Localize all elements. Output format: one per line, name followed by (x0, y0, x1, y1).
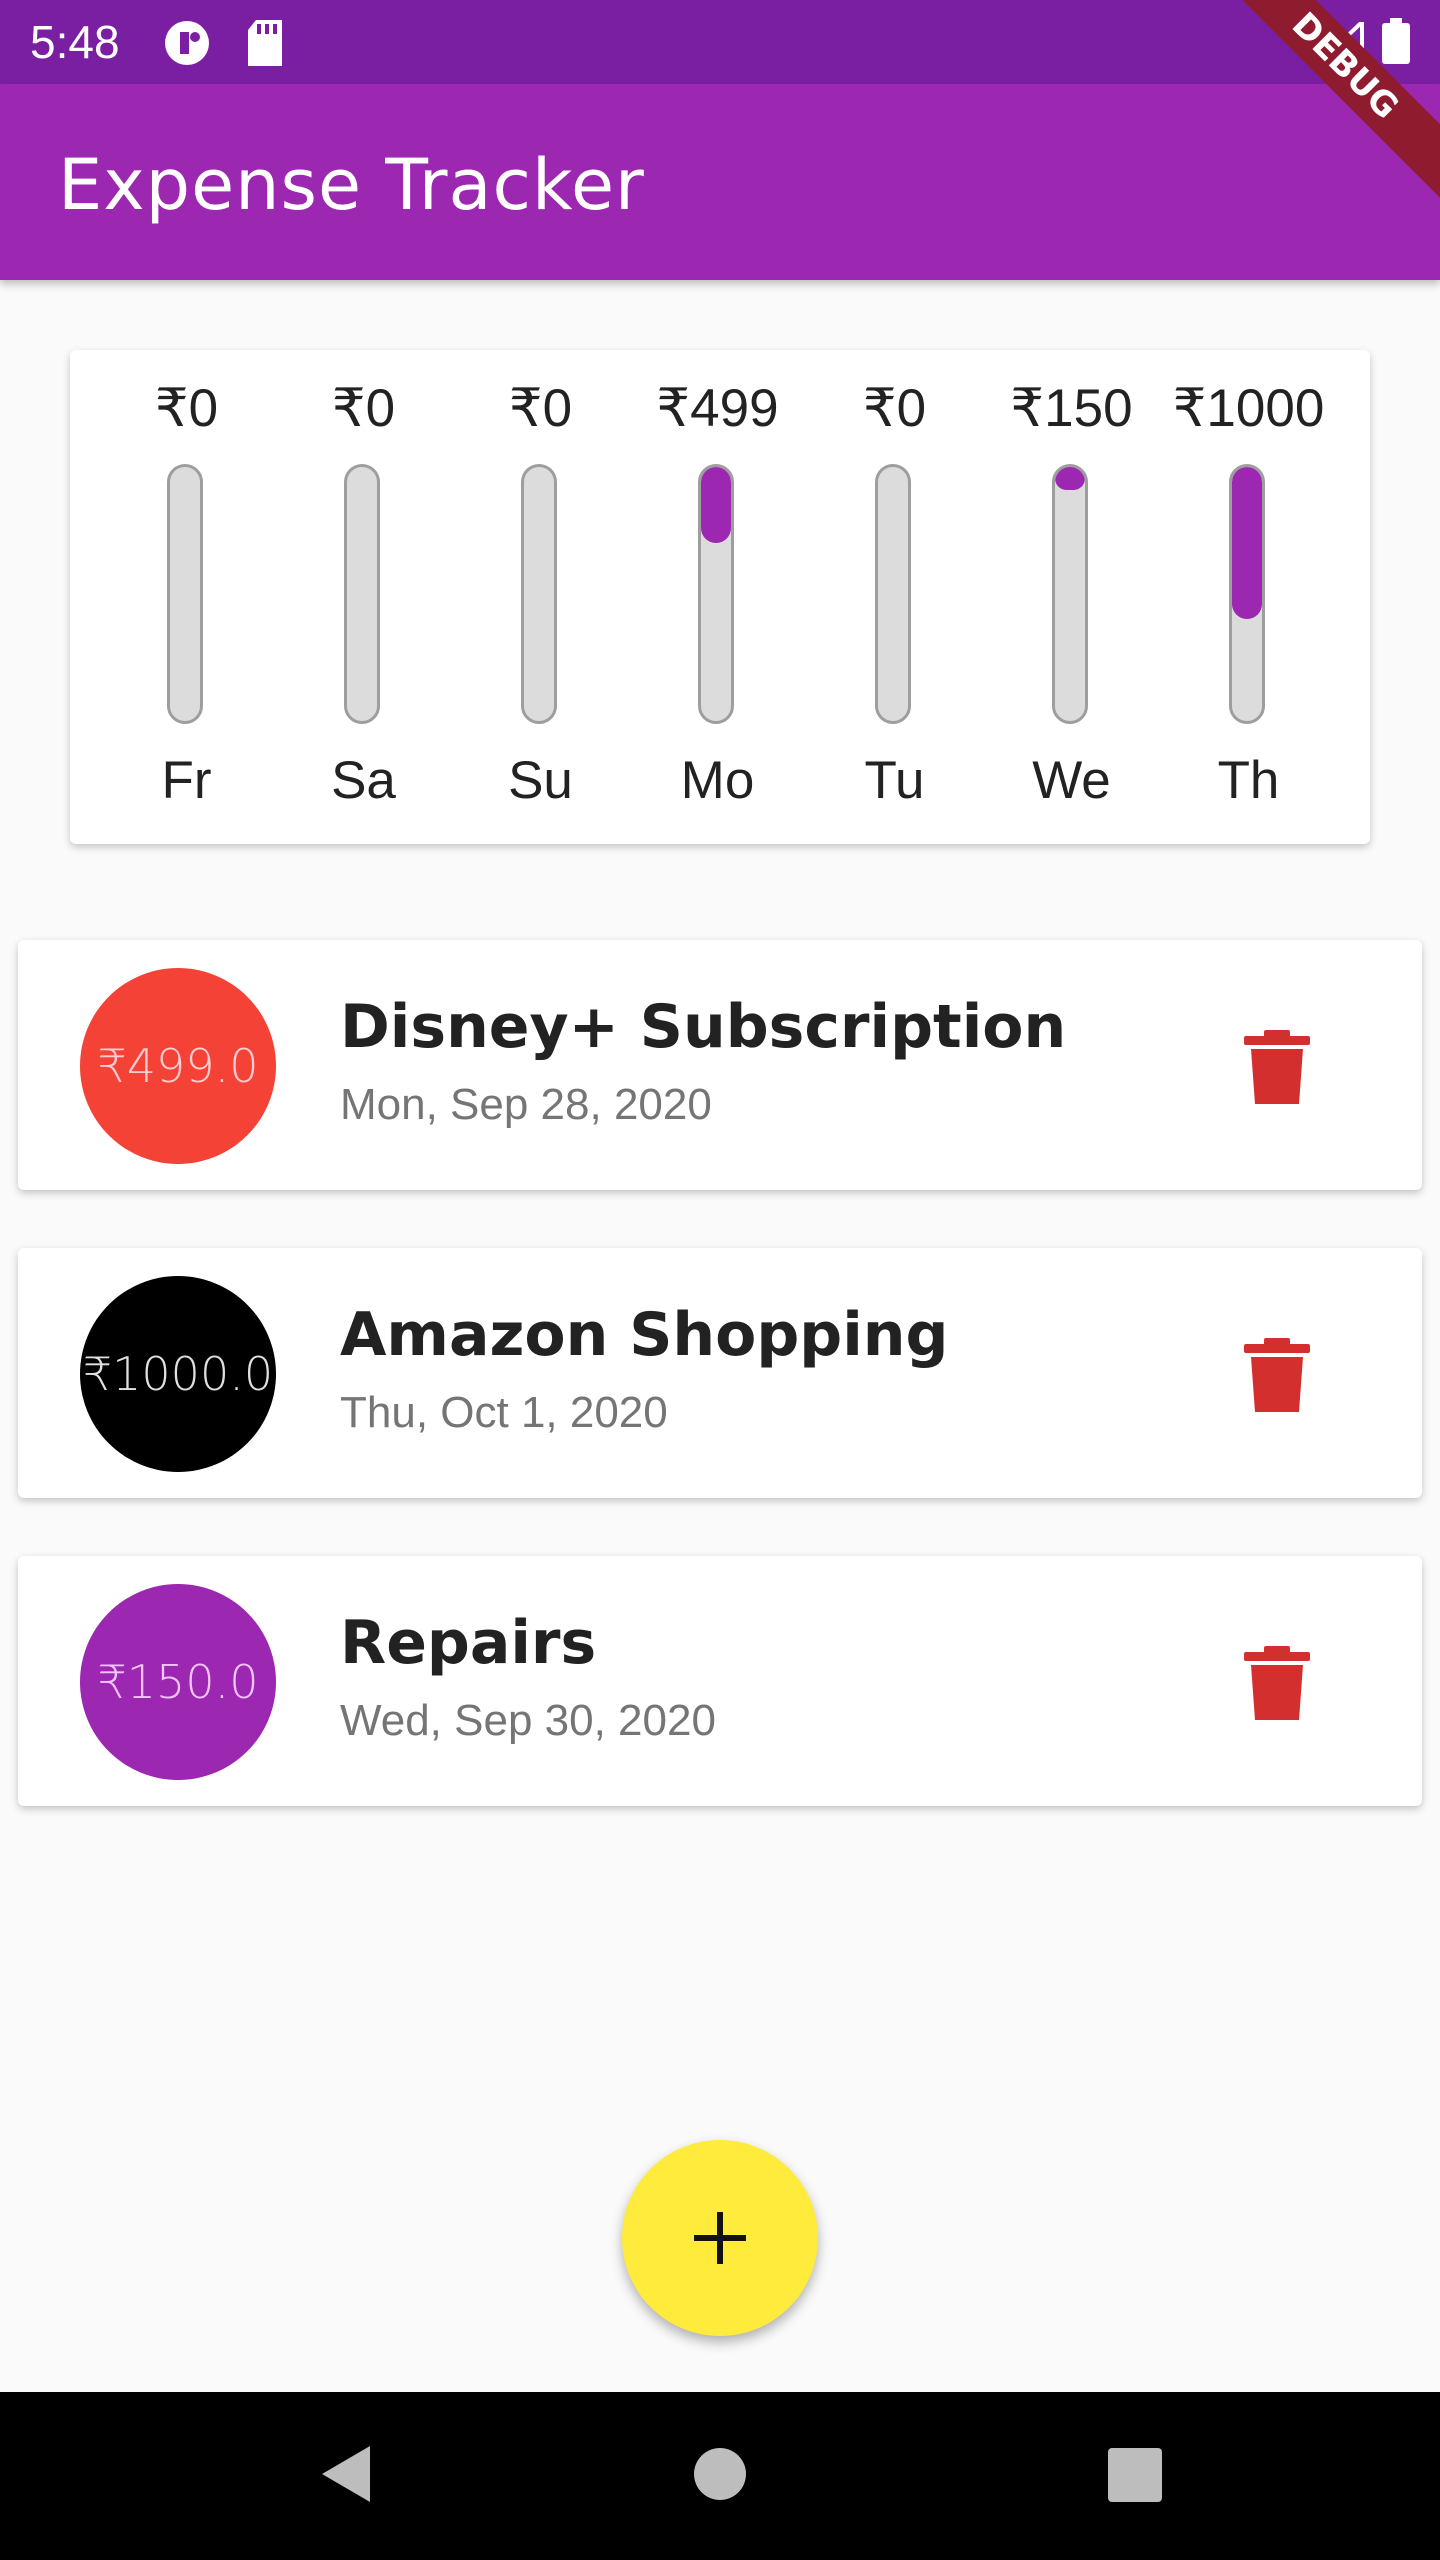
sd-card-icon (246, 20, 284, 70)
trash-icon (1244, 1338, 1310, 1412)
chart-amount-label: ₹150 (1010, 379, 1133, 438)
chart-bar-track (344, 464, 380, 724)
chart-column: ₹150 We (983, 350, 1160, 844)
chart-bar-fill (701, 467, 731, 544)
delete-button[interactable] (1242, 1030, 1312, 1104)
system-nav-bar (0, 2392, 1440, 2560)
chart-amount-label: ₹0 (154, 379, 219, 438)
amount-label: ₹150.0 (97, 1655, 259, 1709)
chart-day-label: Sa (331, 751, 396, 810)
delete-button[interactable] (1242, 1646, 1312, 1720)
delete-button[interactable] (1242, 1338, 1312, 1412)
amount-avatar: ₹1000.0 (80, 1276, 276, 1472)
amount-avatar: ₹150.0 (80, 1584, 276, 1780)
transaction-title: Amazon Shopping (340, 1300, 949, 1370)
transaction-date: Mon, Sep 28, 2020 (340, 1080, 712, 1129)
status-bar: 5:48 (0, 0, 1440, 84)
chart-bar-track (521, 464, 557, 724)
amount-label: ₹499.0 (97, 1039, 259, 1093)
chart-amount-label: ₹0 (862, 379, 927, 438)
plus-icon (694, 2212, 746, 2264)
weekly-chart: ₹0 Fr ₹0 Sa ₹0 Su ₹499 Mo ₹0 Tu ₹150 We ₹1000 Th (70, 350, 1370, 844)
chart-column: ₹499 Mo (629, 350, 806, 844)
assistant-icon (162, 20, 212, 70)
nav-back-button[interactable] (318, 2442, 374, 2510)
chart-column: ₹0 Tu (806, 350, 983, 844)
chart-bar-fill (1232, 467, 1262, 620)
transaction-card: ₹150.0 Repairs Wed, Sep 30, 2020 (18, 1556, 1422, 1806)
chart-bar-track (875, 464, 911, 724)
recents-square-icon (1108, 2448, 1162, 2502)
transaction-date: Thu, Oct 1, 2020 (340, 1388, 668, 1437)
chart-column: ₹0 Fr (98, 350, 275, 844)
chart-day-label: Fr (161, 751, 212, 810)
chart-bar-track (1229, 464, 1265, 724)
nav-home-button[interactable] (692, 2446, 748, 2506)
chart-day-label: Mo (680, 751, 755, 810)
back-triangle-icon (322, 2446, 370, 2502)
amount-avatar: ₹499.0 (80, 968, 276, 1164)
amount-label: ₹1000.0 (82, 1347, 274, 1401)
battery-icon (1382, 18, 1410, 68)
transaction-card: ₹1000.0 Amazon Shopping Thu, Oct 1, 2020 (18, 1248, 1422, 1498)
chart-day-label: Su (508, 751, 573, 810)
chart-day-label: We (1032, 751, 1111, 810)
nav-recents-button[interactable] (1108, 2448, 1162, 2506)
add-transaction-button[interactable] (622, 2140, 818, 2336)
chart-day-label: Tu (864, 751, 925, 810)
app-bar: Expense Tracker (0, 84, 1440, 280)
transaction-date: Wed, Sep 30, 2020 (340, 1696, 716, 1745)
chart-amount-label: ₹0 (331, 379, 396, 438)
status-time: 5:48 (30, 16, 120, 68)
chart-amount-label: ₹0 (508, 379, 573, 438)
chart-column: ₹1000 Th (1160, 350, 1337, 844)
chart-column: ₹0 Su (452, 350, 629, 844)
transaction-title: Repairs (340, 1608, 597, 1678)
chart-amount-label: ₹499 (656, 379, 779, 438)
transaction-card: ₹499.0 Disney+ Subscription Mon, Sep 28,… (18, 940, 1422, 1190)
chart-bar-fill (1055, 467, 1085, 490)
chart-column: ₹0 Sa (275, 350, 452, 844)
trash-icon (1244, 1646, 1310, 1720)
page-title: Expense Tracker (58, 144, 645, 226)
trash-icon (1244, 1030, 1310, 1104)
chart-bar-track (698, 464, 734, 724)
home-circle-icon (694, 2448, 746, 2500)
chart-day-label: Th (1217, 751, 1280, 810)
chart-bar-track (167, 464, 203, 724)
chart-bar-track (1052, 464, 1088, 724)
transaction-title: Disney+ Subscription (340, 992, 1067, 1062)
chart-amount-label: ₹1000 (1172, 379, 1325, 438)
